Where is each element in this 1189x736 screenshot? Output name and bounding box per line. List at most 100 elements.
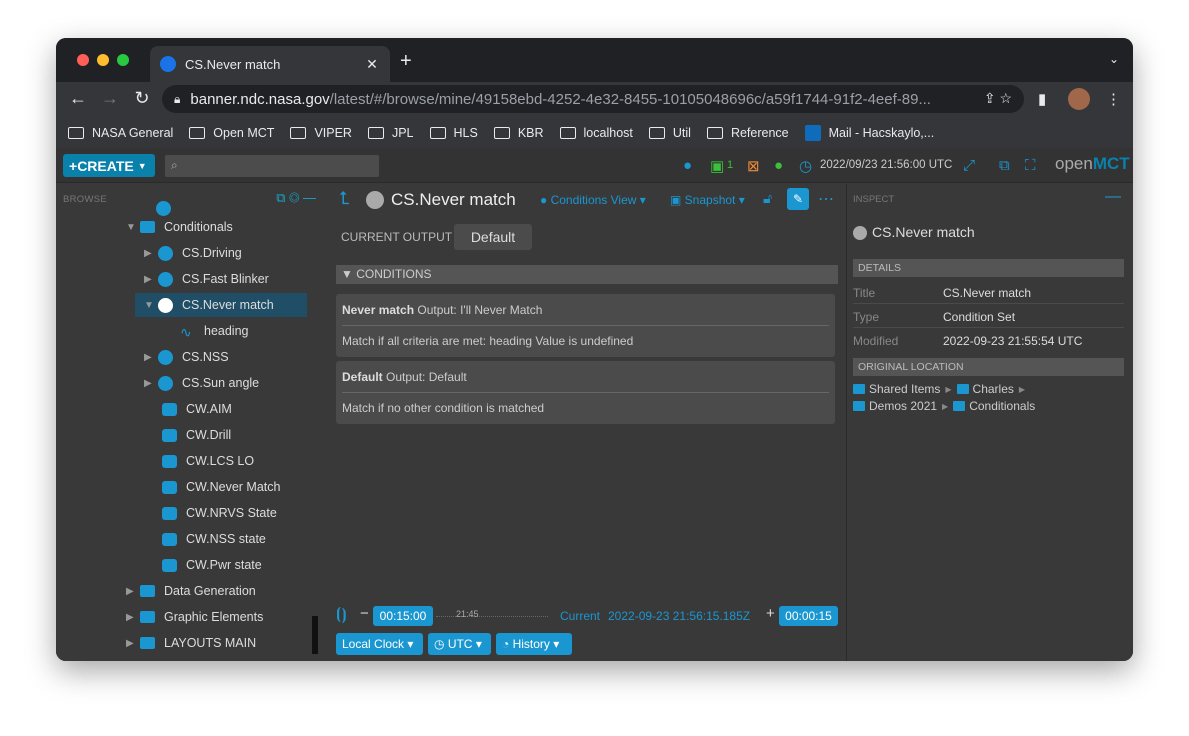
clock-select-button[interactable]: Local Clock ▾ bbox=[336, 633, 423, 655]
minimize-window-button[interactable] bbox=[97, 54, 109, 66]
bookmark-jpl[interactable]: JPL bbox=[367, 126, 414, 140]
collapsed-arrow-icon[interactable]: ▶ bbox=[144, 248, 158, 259]
collapsed-arrow-icon[interactable]: ▶ bbox=[126, 612, 140, 623]
tree-item-cs-sun-angle[interactable]: ▶ CS.Sun angle bbox=[144, 371, 314, 395]
bookmark-open-mct[interactable]: Open MCT bbox=[189, 126, 274, 140]
tree-item-cw-nss-state[interactable]: CW.NSS state bbox=[162, 527, 314, 551]
user-icon[interactable]: ● bbox=[683, 157, 692, 174]
maximize-window-button[interactable] bbox=[117, 54, 129, 66]
alert-icon[interactable]: ⊠ bbox=[747, 157, 760, 175]
location-link-demos-2021[interactable]: Demos 2021 bbox=[869, 399, 937, 413]
back-button[interactable]: ← bbox=[66, 88, 90, 109]
tree-item-cw-never-match[interactable]: CW.Never Match bbox=[162, 475, 314, 499]
new-window-icon[interactable]: ⧉ bbox=[999, 157, 1010, 174]
menu-icon[interactable]: ⋮ bbox=[1106, 90, 1121, 108]
address-bar[interactable]: 🔒︎ banner.ndc.nasa.gov /latest/#/browse/… bbox=[162, 85, 1024, 113]
tree-item-cw-aim[interactable]: CW.AIM bbox=[162, 397, 314, 421]
url-host: banner.ndc.nasa.gov bbox=[190, 90, 330, 108]
lock-icon[interactable]: 🔓︎ bbox=[763, 190, 772, 207]
details-header: DETAILS bbox=[853, 259, 1124, 277]
tab-close-icon[interactable]: ✕ bbox=[364, 56, 380, 73]
bookmark-hls[interactable]: HLS bbox=[429, 126, 478, 140]
search-input[interactable] bbox=[165, 155, 379, 177]
view-switcher-button[interactable]: ● Conditions View ▾ bbox=[540, 193, 646, 207]
collapsed-arrow-icon[interactable]: ▶ bbox=[126, 638, 140, 649]
bookmark-nasa-general[interactable]: NASA General bbox=[68, 126, 173, 140]
forward-button[interactable]: → bbox=[98, 88, 122, 109]
camera-icon[interactable]: ▣ bbox=[710, 157, 724, 175]
history-button[interactable]: ◔ History ▾ bbox=[496, 633, 572, 655]
tree-item-cw-lcs-lo[interactable]: CW.LCS LO bbox=[162, 449, 314, 473]
bookmark-mail[interactable]: Mail - Hacskaylo,... bbox=[804, 125, 934, 141]
tree-item-cw-drill[interactable]: CW.Drill bbox=[162, 423, 314, 447]
more-options-icon[interactable]: ⋯ bbox=[818, 189, 834, 209]
bookmark-viper[interactable]: VIPER bbox=[290, 126, 352, 140]
expand-icon[interactable]: ⤢ bbox=[963, 157, 975, 174]
condition-set-icon bbox=[853, 226, 867, 240]
condition-output: Output: I'll Never Match bbox=[417, 303, 543, 317]
header-clock: 2022/09/23 21:56:00 UTC bbox=[820, 159, 953, 171]
object-title: CS.Never match bbox=[391, 190, 516, 209]
tree-item-layouts-main[interactable]: ▶ LAYOUTS MAIN bbox=[126, 631, 314, 655]
tree-item-cw-pwr-state[interactable]: CW.Pwr state bbox=[162, 553, 314, 577]
tab-search-chevron-icon[interactable]: ⌄ bbox=[1109, 52, 1119, 66]
tree-item-cs-never-match[interactable]: ▼ CS.Never match bbox=[135, 293, 307, 317]
collapsed-arrow-icon[interactable]: ▶ bbox=[144, 378, 158, 389]
tree-item-cs-nss[interactable]: ▶ CS.NSS bbox=[144, 345, 314, 369]
collapsed-arrow-icon[interactable]: ▶ bbox=[126, 586, 140, 597]
edit-button[interactable]: ✎ bbox=[787, 188, 809, 210]
tree-item-cs-driving[interactable]: ▶ CS.Driving bbox=[144, 241, 314, 265]
current-time: 2022-09-23 21:56:15.185Z bbox=[608, 609, 751, 623]
app-header: + CREATE ▼ ⌕ ● ▣ 1 ⊠ ● ◷ 2022/09/23 21:56:… bbox=[56, 148, 1133, 183]
conditions-header[interactable]: ▼ CONDITIONS bbox=[336, 265, 838, 284]
divider bbox=[342, 392, 829, 393]
sidebar-icon[interactable]: ▮ bbox=[1038, 90, 1046, 108]
collapse-pane-icon[interactable]: — bbox=[1105, 188, 1121, 206]
time-conductor-icon[interactable]: ⦗⦘ bbox=[336, 606, 347, 624]
tree-scrollbar[interactable] bbox=[312, 616, 318, 654]
time-axis-tick: 21:45 bbox=[456, 609, 479, 619]
collapsed-arrow-icon[interactable]: ▶ bbox=[144, 352, 158, 363]
bookmark-util[interactable]: Util bbox=[648, 126, 691, 140]
navigate-up-icon[interactable]: ⮤ bbox=[339, 188, 350, 209]
prop-modified: Modified 2022-09-23 21:55:54 UTC bbox=[853, 334, 1083, 348]
tree-item-conditionals[interactable]: ▼ Conditionals bbox=[126, 215, 314, 239]
create-button[interactable]: + CREATE ▼ bbox=[63, 154, 155, 177]
expanded-arrow-icon[interactable]: ▼ bbox=[126, 222, 140, 233]
fullscreen-icon[interactable]: ⛶ bbox=[1025, 157, 1036, 174]
location-link-charles[interactable]: Charles bbox=[973, 382, 1014, 396]
time-axis[interactable] bbox=[436, 616, 548, 617]
reload-button[interactable]: ↻ bbox=[130, 88, 154, 109]
location-link-conditionals[interactable]: Conditionals bbox=[969, 399, 1035, 413]
end-offset-button[interactable]: 00:00:15 bbox=[779, 606, 838, 626]
bookmark-localhost[interactable]: localhost bbox=[559, 126, 633, 140]
location-path-row: Shared Items ▶ Charles ▶ bbox=[853, 382, 1030, 396]
tree-item-data-generation[interactable]: ▶ Data Generation bbox=[126, 579, 314, 603]
status-ok-icon[interactable]: ● bbox=[774, 157, 783, 174]
start-offset-button[interactable]: 00:15:00 bbox=[373, 606, 433, 626]
expanded-arrow-icon[interactable]: ▼ bbox=[144, 300, 158, 311]
new-tab-button[interactable]: + bbox=[400, 50, 412, 73]
tree-item-cs-fast-blinker[interactable]: ▶ CS.Fast Blinker bbox=[144, 267, 314, 291]
condition-widget-icon bbox=[162, 532, 177, 546]
folder-icon bbox=[68, 127, 84, 139]
tree-item-graphic-elements[interactable]: ▶ Graphic Elements bbox=[126, 605, 314, 629]
folder-icon bbox=[559, 127, 576, 139]
browser-tab[interactable]: CS.Never match ✕ bbox=[150, 46, 390, 82]
condition-default[interactable]: Default Output: Default Match if no othe… bbox=[336, 361, 835, 424]
avatar[interactable] bbox=[1068, 88, 1090, 110]
condition-widget-icon bbox=[162, 506, 177, 520]
snapshot-button[interactable]: ▣ Snapshot ▾ bbox=[670, 193, 745, 207]
location-link-shared-items[interactable]: Shared Items bbox=[869, 382, 940, 396]
bookmark-kbr[interactable]: KBR bbox=[493, 126, 544, 140]
tree-item-cw-nrvs-state[interactable]: CW.NRVS State bbox=[162, 501, 314, 525]
condition-criteria: Match if no other condition is matched bbox=[342, 401, 545, 415]
bookmark-reference[interactable]: Reference bbox=[706, 126, 789, 140]
url-path: /latest/#/browse/mine/49158ebd-4252-4e32… bbox=[329, 90, 931, 108]
share-star-icons[interactable]: ⇪ ☆ bbox=[984, 90, 1012, 107]
close-window-button[interactable] bbox=[77, 54, 89, 66]
timesystem-select-button[interactable]: ◷ UTC ▾ bbox=[428, 633, 491, 655]
tree-item-heading[interactable]: ∿ heading bbox=[180, 319, 314, 343]
collapsed-arrow-icon[interactable]: ▶ bbox=[144, 274, 158, 285]
condition-never-match[interactable]: Never match Output: I'll Never Match Mat… bbox=[336, 294, 835, 357]
